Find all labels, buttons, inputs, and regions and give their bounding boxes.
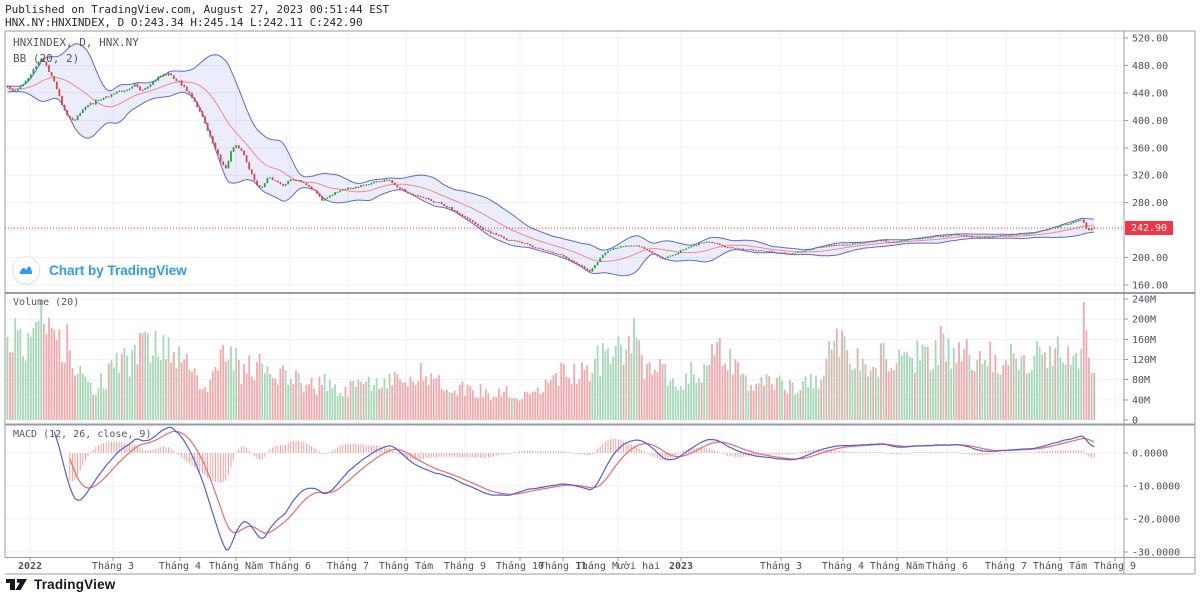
tradingview-logo-icon xyxy=(6,578,27,590)
pane-frames xyxy=(4,30,1196,575)
svg-text:80M: 80M xyxy=(1132,375,1150,386)
svg-text:160.00: 160.00 xyxy=(1132,280,1168,291)
svg-text:Tháng 9: Tháng 9 xyxy=(444,560,486,572)
svg-text:-10.0000: -10.0000 xyxy=(1132,482,1180,493)
svg-text:Tháng 6: Tháng 6 xyxy=(269,560,311,572)
svg-text:Tháng 9: Tháng 9 xyxy=(1094,560,1136,572)
svg-text:520.00: 520.00 xyxy=(1132,34,1168,45)
svg-text:Tháng 10: Tháng 10 xyxy=(496,560,544,572)
chart-canvas[interactable]: 520.00 480.00 440.00 400.00 360.00 320.00 280.… xyxy=(0,0,1200,596)
svg-text:Tháng 3: Tháng 3 xyxy=(92,560,134,572)
tradingview-snapshot-page: 520.00 480.00 440.00 400.00 360.00 320.00 280.… xyxy=(0,0,1200,596)
footer-brand-label: TradingView xyxy=(34,577,116,592)
svg-text:Tháng 4: Tháng 4 xyxy=(159,560,201,572)
svg-text:40M: 40M xyxy=(1132,395,1150,406)
svg-text:0: 0 xyxy=(1132,416,1138,427)
svg-text:320.00: 320.00 xyxy=(1132,171,1168,182)
volume-bars xyxy=(6,300,1096,420)
svg-text:120M: 120M xyxy=(1132,355,1156,366)
svg-text:-20.0000: -20.0000 xyxy=(1132,515,1180,526)
svg-text:480.00: 480.00 xyxy=(1132,61,1168,72)
volume-pane-legend[interactable]: Volume (20) xyxy=(13,297,79,308)
tradingview-footer-link[interactable]: TradingView xyxy=(6,577,115,592)
svg-text:Tháng Tám: Tháng Tám xyxy=(379,560,433,572)
svg-text:160M: 160M xyxy=(1132,335,1156,346)
svg-text:360.00: 360.00 xyxy=(1132,143,1168,154)
svg-text:Tháng Năm: Tháng Năm xyxy=(870,560,924,572)
svg-text:Tháng 3: Tháng 3 xyxy=(760,560,802,572)
svg-text:Tháng 4: Tháng 4 xyxy=(822,560,864,572)
svg-text:440.00: 440.00 xyxy=(1132,88,1168,99)
macd-pane-series xyxy=(53,426,1095,551)
svg-text:400.00: 400.00 xyxy=(1132,116,1168,127)
volume-axis-labels: 240M 200M 160M 120M 80M 40M 0 xyxy=(1132,295,1156,427)
published-line: Published on TradingView.com, August 27,… xyxy=(5,3,390,16)
price-pane-legend-symbol[interactable]: HNXINDEX, D, HNX.NY xyxy=(13,36,139,49)
chart-by-tradingview-link[interactable]: Chart by TradingView xyxy=(12,256,187,284)
price-pane-legend-bb[interactable]: BB (20, 2) xyxy=(13,52,79,65)
svg-text:0.0000: 0.0000 xyxy=(1132,449,1168,460)
symbol-ohlc-line: HNX.NY:HNXINDEX, D O:243.34 H:245.14 L:2… xyxy=(5,16,363,29)
macd-axis-labels: 0.0000 -10.0000 -20.0000 -30.0000 xyxy=(1132,449,1180,559)
last-price-label: 242.90 xyxy=(1125,221,1173,235)
watermark-label: Chart by TradingView xyxy=(49,262,187,278)
svg-text:Tháng Tám: Tháng Tám xyxy=(1033,560,1087,572)
tradingview-mountain-icon xyxy=(12,256,40,284)
time-axis-labels: 2022 Tháng 3 Tháng 4 Tháng Năm Tháng 6 Tháng … xyxy=(18,560,1136,572)
svg-text:Tháng Mười hai: Tháng Mười hai xyxy=(576,560,660,572)
svg-text:200M: 200M xyxy=(1132,315,1156,326)
svg-text:240M: 240M xyxy=(1132,295,1156,306)
macd-pane-legend[interactable]: MACD (12, 26, close, 9) xyxy=(13,429,151,440)
grid-lines xyxy=(5,31,1124,558)
svg-text:2022: 2022 xyxy=(18,561,42,572)
bollinger-band xyxy=(7,43,1095,277)
svg-text:2023: 2023 xyxy=(669,561,693,572)
svg-text:Tháng 7: Tháng 7 xyxy=(327,560,369,572)
svg-text:-30.0000: -30.0000 xyxy=(1132,548,1180,559)
price-axis-labels: 520.00 480.00 440.00 400.00 360.00 320.00 280.… xyxy=(1132,34,1168,292)
svg-text:280.00: 280.00 xyxy=(1132,198,1168,209)
macd-signal-line xyxy=(69,430,1095,534)
svg-text:Tháng Năm: Tháng Năm xyxy=(209,560,263,572)
svg-text:Tháng 7: Tháng 7 xyxy=(985,560,1027,572)
svg-text:200.00: 200.00 xyxy=(1132,253,1168,264)
svg-text:Tháng 6: Tháng 6 xyxy=(926,560,968,572)
